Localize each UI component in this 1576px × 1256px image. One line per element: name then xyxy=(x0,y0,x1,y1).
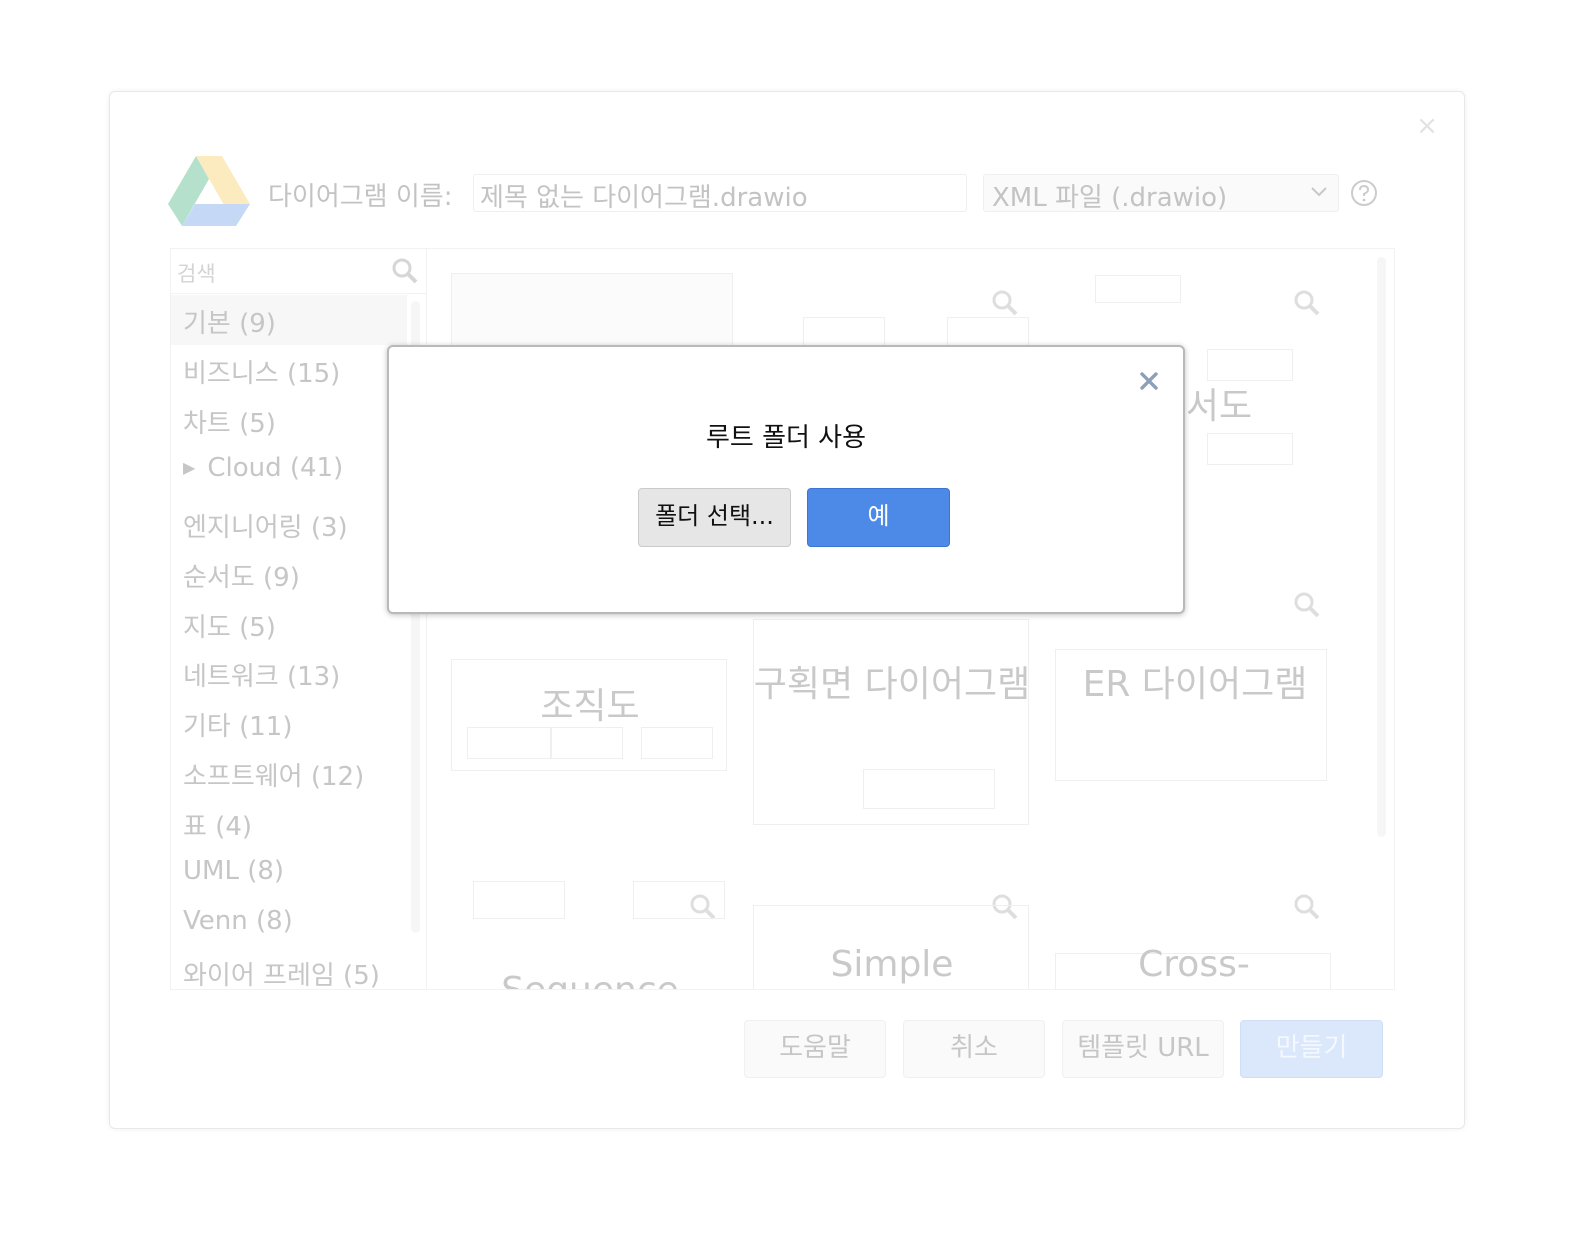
file-format-select[interactable]: XML 파일 (.drawio) xyxy=(983,174,1339,213)
category-item-cloud[interactable]: ▶ Cloud (41) xyxy=(183,453,343,483)
search-icon xyxy=(392,258,418,284)
dialog-close-icon[interactable]: × xyxy=(1414,113,1440,139)
create-button[interactable]: 만들기 xyxy=(1240,1020,1383,1078)
thumbnail-shape xyxy=(863,769,995,809)
category-item[interactable]: 비즈니스 (15) xyxy=(183,353,340,390)
help-icon[interactable] xyxy=(1349,178,1379,208)
category-item[interactable]: 네트워크 (13) xyxy=(183,656,340,693)
template-label-simple[interactable]: Simple xyxy=(753,941,1031,989)
template-label-cross-functional[interactable]: Cross- xyxy=(1055,941,1333,989)
category-label: Cloud (41) xyxy=(207,453,344,483)
category-item[interactable]: Venn (8) xyxy=(183,906,293,936)
gallery-scrollbar[interactable] xyxy=(1377,257,1386,837)
diagram-name-input[interactable]: 제목 없는 다이어그램.drawio xyxy=(473,174,967,213)
preview-zoom-icon[interactable] xyxy=(1293,289,1321,317)
thumbnail-shape xyxy=(467,727,551,759)
category-item[interactable]: 기타 (11) xyxy=(183,706,292,743)
thumbnail-shape xyxy=(551,727,623,759)
root-folder-modal: 루트 폴더 사용 폴더 선택... 예 xyxy=(387,345,1185,614)
cancel-button[interactable]: 취소 xyxy=(903,1020,1045,1078)
file-format-value: XML 파일 (.drawio) xyxy=(992,183,1228,213)
yes-button[interactable]: 예 xyxy=(807,488,950,547)
category-item[interactable]: UML (8) xyxy=(183,856,284,886)
template-label-orgchart[interactable]: 조직도 xyxy=(451,683,729,731)
category-item[interactable]: 와이어 프레임 (5) xyxy=(183,955,380,989)
thumbnail-shape xyxy=(1207,433,1293,465)
category-item[interactable]: 기본 (9) xyxy=(183,303,276,340)
template-label-er[interactable]: ER 다이어그램 xyxy=(1075,661,1315,709)
category-item[interactable]: 엔지니어링 (3) xyxy=(183,507,348,544)
thumbnail-shape xyxy=(633,881,725,919)
diagram-name-label: 다이어그램 이름: xyxy=(268,182,453,212)
expand-triangle-icon: ▶ xyxy=(183,458,196,477)
category-item[interactable]: 소프트웨어 (12) xyxy=(183,756,364,793)
help-button[interactable]: 도움말 xyxy=(744,1020,886,1078)
preview-zoom-icon[interactable] xyxy=(991,289,1019,317)
template-label-flowchart[interactable]: 서도 xyxy=(1179,383,1259,431)
template-url-button[interactable]: 템플릿 URL xyxy=(1062,1020,1224,1078)
category-item[interactable]: 차트 (5) xyxy=(183,403,276,440)
select-folder-button[interactable]: 폴더 선택... xyxy=(638,488,791,547)
category-item[interactable]: 지도 (5) xyxy=(183,607,276,644)
template-label-floorplan[interactable]: 구획면 다이어그램 xyxy=(753,661,1031,709)
preview-zoom-icon[interactable] xyxy=(1293,591,1321,619)
category-item[interactable]: 표 (4) xyxy=(183,806,252,843)
search-placeholder: 검색 xyxy=(177,262,216,286)
close-icon[interactable] xyxy=(1135,367,1163,395)
thumbnail-shape xyxy=(1207,349,1293,381)
modal-title: 루트 폴더 사용 xyxy=(705,423,867,453)
preview-zoom-icon[interactable] xyxy=(1293,893,1321,921)
thumbnail-shape xyxy=(641,727,713,759)
template-label-sequence[interactable]: Sequence xyxy=(451,967,729,989)
thumbnail-shape xyxy=(473,881,565,919)
google-drive-logo-icon xyxy=(168,156,250,226)
chevron-down-icon xyxy=(1311,187,1327,197)
template-search-input[interactable]: 검색 xyxy=(171,249,426,294)
thumbnail-shape xyxy=(1095,275,1181,303)
category-item[interactable]: 순서도 (9) xyxy=(183,557,300,594)
